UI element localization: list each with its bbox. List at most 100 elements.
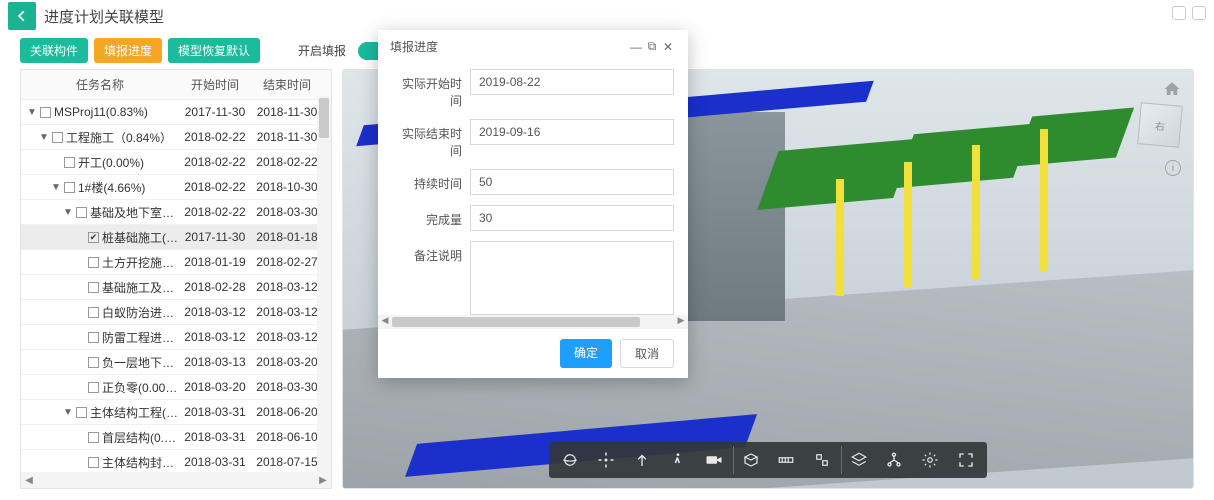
- task-label: 防雷工程进场(0.00%): [102, 329, 179, 346]
- vertical-scrollbar[interactable]: [317, 96, 331, 472]
- table-row[interactable]: 基础施工及检测(0.00%)2018-02-282018-03-12: [21, 275, 331, 300]
- explode-tool-icon[interactable]: [805, 446, 839, 474]
- task-label: 主体结构工程(0.00%): [90, 404, 179, 421]
- start-time: 2018-02-22: [179, 199, 251, 225]
- row-checkbox[interactable]: [88, 382, 99, 393]
- close-icon[interactable]: ✕: [660, 40, 676, 54]
- report-progress-button[interactable]: 填报进度: [94, 38, 162, 63]
- measure-tool-icon[interactable]: [769, 446, 803, 474]
- row-checkbox[interactable]: [52, 132, 63, 143]
- table-row[interactable]: ▼主体结构工程(0.00%)2018-03-312018-06-20: [21, 400, 331, 425]
- header-action-1[interactable]: [1172, 6, 1186, 20]
- row-checkbox[interactable]: [76, 207, 87, 218]
- row-checkbox[interactable]: [88, 282, 99, 293]
- orbit-tool-icon[interactable]: [553, 446, 587, 474]
- end-time: 2018-03-12: [251, 299, 323, 325]
- table-header: 任务名称 开始时间 结束时间: [21, 70, 331, 100]
- task-label: 1#楼(4.66%): [78, 179, 179, 196]
- row-checkbox[interactable]: ✔: [88, 232, 99, 243]
- start-time: 2018-02-28: [179, 274, 251, 300]
- page-header: 进度计划关联模型: [0, 0, 1214, 32]
- dialog-footer: 确定 取消: [378, 329, 688, 378]
- table-body[interactable]: ▼MSProj11(0.83%)2017-11-302018-11-30▼工程施…: [21, 100, 331, 472]
- task-label: 基础施工及检测(0.00%): [102, 279, 179, 296]
- end-time: 2018-02-22: [251, 149, 323, 175]
- minimize-icon[interactable]: —: [628, 40, 644, 54]
- completion-label: 完成量: [392, 205, 462, 228]
- col-name: 任务名称: [21, 70, 179, 99]
- maximize-icon[interactable]: ⧉: [644, 39, 660, 54]
- fullscreen-tool-icon[interactable]: [949, 446, 983, 474]
- table-row[interactable]: 正负零(0.00%)2018-03-202018-03-30: [21, 375, 331, 400]
- table-row[interactable]: ✔桩基础施工(60.00%)2017-11-302018-01-18: [21, 225, 331, 250]
- start-time: 2018-03-13: [179, 349, 251, 375]
- section-tool-icon[interactable]: [733, 446, 767, 474]
- row-checkbox[interactable]: [88, 357, 99, 368]
- row-checkbox[interactable]: [76, 407, 87, 418]
- settings-tool-icon[interactable]: [913, 446, 947, 474]
- fly-up-tool-icon[interactable]: [625, 446, 659, 474]
- expander-icon[interactable]: ▼: [51, 182, 61, 193]
- ok-button[interactable]: 确定: [560, 339, 612, 368]
- camera-tool-icon[interactable]: [697, 446, 731, 474]
- row-checkbox[interactable]: [88, 257, 99, 268]
- row-checkbox[interactable]: [64, 157, 75, 168]
- dialog-hscroll[interactable]: ◀ ▶: [378, 315, 688, 329]
- remark-textarea[interactable]: [470, 241, 674, 315]
- actual-end-input[interactable]: [470, 119, 674, 145]
- expander-icon[interactable]: ▼: [63, 407, 73, 418]
- table-row[interactable]: ▼MSProj11(0.83%)2017-11-302018-11-30: [21, 100, 331, 125]
- table-row[interactable]: 开工(0.00%)2018-02-222018-02-22: [21, 150, 331, 175]
- layers-tool-icon[interactable]: [841, 446, 875, 474]
- scroll-right-icon[interactable]: ▶: [315, 472, 331, 488]
- duration-label: 持续时间: [392, 169, 462, 192]
- home-icon[interactable]: [1163, 80, 1181, 98]
- end-time: 2018-03-12: [251, 324, 323, 350]
- end-time: 2018-01-18: [251, 224, 323, 250]
- table-row[interactable]: 白蚁防治进场(0.00%)2018-03-122018-03-12: [21, 300, 331, 325]
- pillar: [1040, 129, 1048, 271]
- start-time: 2017-11-30: [179, 100, 251, 125]
- scroll-left-icon[interactable]: ◀: [21, 472, 37, 488]
- row-checkbox[interactable]: [88, 457, 99, 468]
- start-time: 2018-03-12: [179, 299, 251, 325]
- dialog-header[interactable]: 填报进度 — ⧉ ✕: [378, 30, 688, 63]
- row-checkbox[interactable]: [88, 307, 99, 318]
- table-row[interactable]: 负一层地下室(0.00%)2018-03-132018-03-20: [21, 350, 331, 375]
- info-icon[interactable]: i: [1165, 160, 1181, 176]
- duration-input[interactable]: [470, 169, 674, 195]
- table-row[interactable]: ▼基础及地下室工程(24.19%)2018-02-222018-03-30: [21, 200, 331, 225]
- task-label: 桩基础施工(60.00%): [102, 229, 179, 246]
- table-row[interactable]: 土方开挖施工(0.00%)2018-01-192018-02-27: [21, 250, 331, 275]
- horizontal-scrollbar[interactable]: ◀ ▶: [21, 472, 331, 488]
- start-time: 2018-03-31: [179, 399, 251, 425]
- header-action-2[interactable]: [1192, 6, 1206, 20]
- table-row[interactable]: ▼1#楼(4.66%)2018-02-222018-10-30: [21, 175, 331, 200]
- expander-icon[interactable]: ▼: [63, 207, 73, 218]
- col-end: 结束时间: [251, 70, 323, 99]
- table-row[interactable]: ▼工程施工（0.84%）2018-02-222018-11-30: [21, 125, 331, 150]
- walk-tool-icon[interactable]: [661, 446, 695, 474]
- remark-label: 备注说明: [392, 241, 462, 264]
- cancel-button[interactable]: 取消: [620, 339, 674, 368]
- row-checkbox[interactable]: [88, 432, 99, 443]
- tree-tool-icon[interactable]: [877, 446, 911, 474]
- row-checkbox[interactable]: [64, 182, 75, 193]
- expander-icon[interactable]: ▼: [39, 132, 49, 143]
- view-cube[interactable]: 右: [1137, 102, 1183, 148]
- actual-start-input[interactable]: [470, 69, 674, 95]
- end-time: 2018-03-12: [251, 274, 323, 300]
- table-row[interactable]: 防雷工程进场(0.00%)2018-03-122018-03-12: [21, 325, 331, 350]
- task-label: 基础及地下室工程(24.19%): [90, 204, 179, 221]
- table-row[interactable]: 首层结构(0.00%)2018-03-312018-06-10: [21, 425, 331, 450]
- expander-icon[interactable]: ▼: [27, 107, 37, 118]
- table-row[interactable]: 主体结构封顶(0.00%)2018-03-312018-07-15: [21, 450, 331, 472]
- restore-model-button[interactable]: 模型恢复默认: [168, 38, 260, 63]
- actual-start-label: 实际开始时间: [392, 69, 462, 109]
- link-components-button[interactable]: 关联构件: [20, 38, 88, 63]
- row-checkbox[interactable]: [88, 332, 99, 343]
- completion-input[interactable]: [470, 205, 674, 231]
- pan-tool-icon[interactable]: [589, 446, 623, 474]
- row-checkbox[interactable]: [40, 107, 51, 118]
- back-button[interactable]: [8, 2, 36, 30]
